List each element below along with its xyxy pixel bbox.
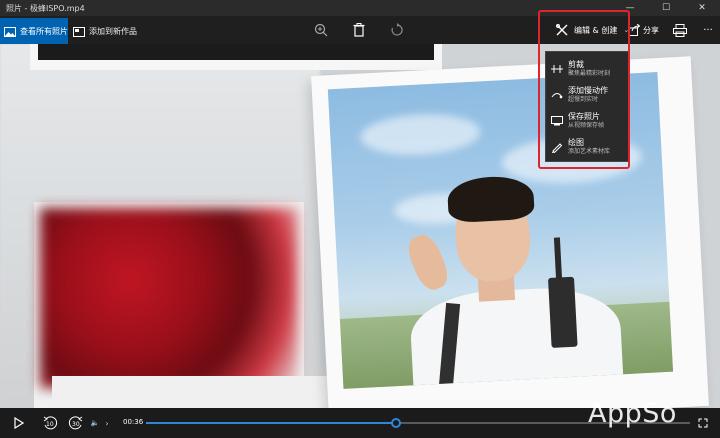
share-button[interactable]: 分享 [628,20,659,40]
zoom-in-icon[interactable] [313,22,329,38]
menu-item-save-photo[interactable]: 保存照片 从视频保存帧 [546,108,630,134]
edit-create-icon [556,21,568,40]
forward-30-icon[interactable]: 30 [68,415,84,431]
menu-item-label: 保存照片 [568,112,600,121]
play-icon[interactable] [12,415,26,431]
view-all-photos-button[interactable]: 查看所有照片 [0,18,68,44]
rewind-label: 10 [46,421,54,428]
photos-icon [4,22,16,41]
background-card-top [30,44,442,70]
background-card-bottom [52,376,344,408]
window-title: 照片 - 极蜂ISPO.mp4 [6,3,85,13]
volume-icon[interactable]: 🔈 [90,415,100,431]
delete-icon[interactable] [351,22,367,38]
forward-label: 30 [72,421,80,428]
draw-icon [546,141,568,153]
current-time: 00:36 [123,418,144,426]
menu-item-description: 聚焦最精彩时刻 [568,70,611,77]
print-icon[interactable] [672,22,688,38]
menu-item-description: 添加艺术素材库 [568,148,611,155]
menu-item-draw[interactable]: 绘图 添加艺术素材库 [546,134,630,160]
add-to-new-project-button[interactable]: 添加到新作品 [73,18,137,44]
save-photo-icon [546,116,568,126]
maximize-button[interactable]: ☐ [648,0,684,16]
menu-item-trim[interactable]: 剪裁 聚焦最精彩时刻 [546,56,630,82]
appso-watermark: AppSo [588,398,677,429]
menu-item-label: 剪裁 [568,60,584,69]
blurred-red-photo [40,208,298,388]
share-icon [628,21,641,40]
edit-create-menu: 剪裁 聚焦最精彩时刻 添加慢动作 超慢到实时 保存照片 从视频保存帧 绘图 添加… [545,51,629,162]
trim-icon [546,64,568,74]
seek-bar-progress [146,422,397,424]
share-label: 分享 [643,25,659,35]
add-project-icon [73,22,85,41]
toolbar: 查看所有照片 添加到新作品 编辑 & 创建 ⌄ 分享 ··· [0,16,720,44]
photo-frame [311,56,709,408]
menu-item-description: 从视频保存帧 [568,122,605,129]
title-bar: 照片 - 极蜂ISPO.mp4 — ☐ ✕ [0,0,720,16]
edit-create-label: 编辑 & 创建 [574,25,618,35]
more-options-button[interactable]: ··· [700,22,716,38]
menu-item-label: 添加慢动作 [568,86,608,95]
rotate-icon[interactable] [389,22,405,38]
menu-item-description: 超慢到实时 [568,96,599,103]
close-button[interactable]: ✕ [684,0,720,16]
chevron-right-icon[interactable]: › [103,415,111,431]
menu-item-label: 绘图 [568,138,584,147]
add-to-new-project-label: 添加到新作品 [89,26,137,36]
edit-create-button[interactable]: 编辑 & 创建 ⌄ [556,20,629,40]
view-all-photos-label: 查看所有照片 [20,26,68,36]
rewind-10-icon[interactable]: 10 [42,415,58,431]
slow-motion-icon [546,90,568,100]
menu-item-slow-motion[interactable]: 添加慢动作 超慢到实时 [546,82,630,108]
fullscreen-icon[interactable] [696,415,710,431]
seek-bar-thumb[interactable] [391,418,402,428]
minimize-button[interactable]: — [612,0,648,16]
